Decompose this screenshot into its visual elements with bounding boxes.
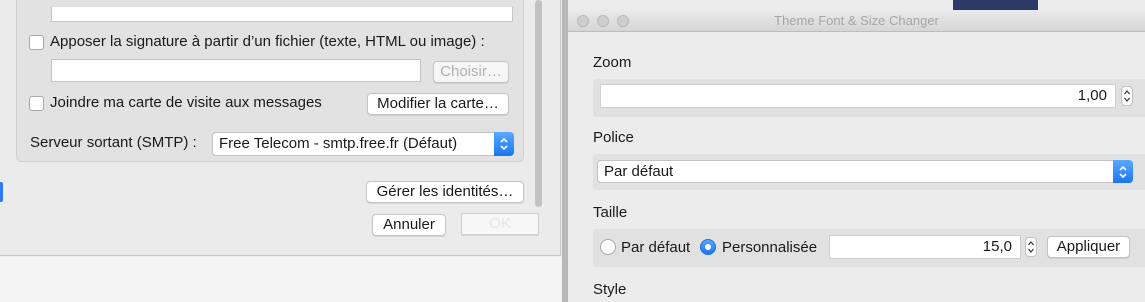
size-default-label: Par défaut [621,239,691,256]
size-panel: Par défaut Personnalisée 15,0 Appliquer [593,229,1145,267]
account-settings-dialog: Apposer la signature à partir d’un fichi… [0,0,561,256]
identity-groupbox: Apposer la signature à partir d’un fichi… [16,0,524,162]
select-arrows-icon [494,132,514,156]
cancel-button[interactable]: Annuler [372,214,446,236]
size-input[interactable]: 15,0 [829,235,1021,259]
style-label: Style [593,281,627,298]
zoom-stepper[interactable] [1121,86,1133,106]
signature-text-area[interactable] [51,7,513,22]
font-select[interactable]: Par défaut [597,160,1133,183]
theme-font-size-changer-window: Theme Font & Size Changer Zoom 1,00 Poli… [568,0,1145,302]
signature-from-file-checkbox[interactable] [29,35,44,50]
dialog-scrollbar[interactable] [535,0,542,207]
ok-button[interactable]: OK [461,213,539,235]
selected-item-edge [0,182,3,202]
select-arrows-icon [1113,160,1133,183]
smtp-server-select[interactable]: Free Telecom - smtp.free.fr (Défaut) [212,132,514,156]
font-label: Police [593,129,634,146]
smtp-server-value: Free Telecom - smtp.free.fr (Défaut) [219,135,458,152]
manage-identities-button[interactable]: Gérer les identités… [366,181,524,203]
background-area [0,257,562,302]
edit-card-button[interactable]: Modifier la carte… [367,93,509,115]
signature-from-file-label: Apposer la signature à partir d’un fichi… [50,33,485,50]
attach-vcard-label: Joindre ma carte de visite aux messages [50,94,322,111]
window-title: Theme Font & Size Changer [774,13,939,28]
font-panel: Par défaut [593,154,1145,190]
size-custom-radio[interactable] [700,239,716,255]
attach-vcard-checkbox[interactable] [29,96,44,111]
zoom-panel: 1,00 [593,79,1145,117]
font-select-value: Par défaut [604,163,674,180]
apply-button[interactable]: Appliquer [1047,236,1130,258]
background-wallpaper [953,0,1145,10]
window-titlebar[interactable]: Theme Font & Size Changer [568,10,1145,32]
size-custom-label: Personnalisée [722,239,818,256]
choose-file-button[interactable]: Choisir… [433,61,509,83]
size-stepper[interactable] [1025,237,1037,257]
size-label: Taille [593,204,628,221]
size-default-radio[interactable] [600,239,616,255]
zoom-input[interactable]: 1,00 [600,84,1116,108]
zoom-label: Zoom [593,54,632,71]
smtp-label: Serveur sortant (SMTP) : [30,134,197,151]
signature-file-path-input[interactable] [51,59,421,82]
